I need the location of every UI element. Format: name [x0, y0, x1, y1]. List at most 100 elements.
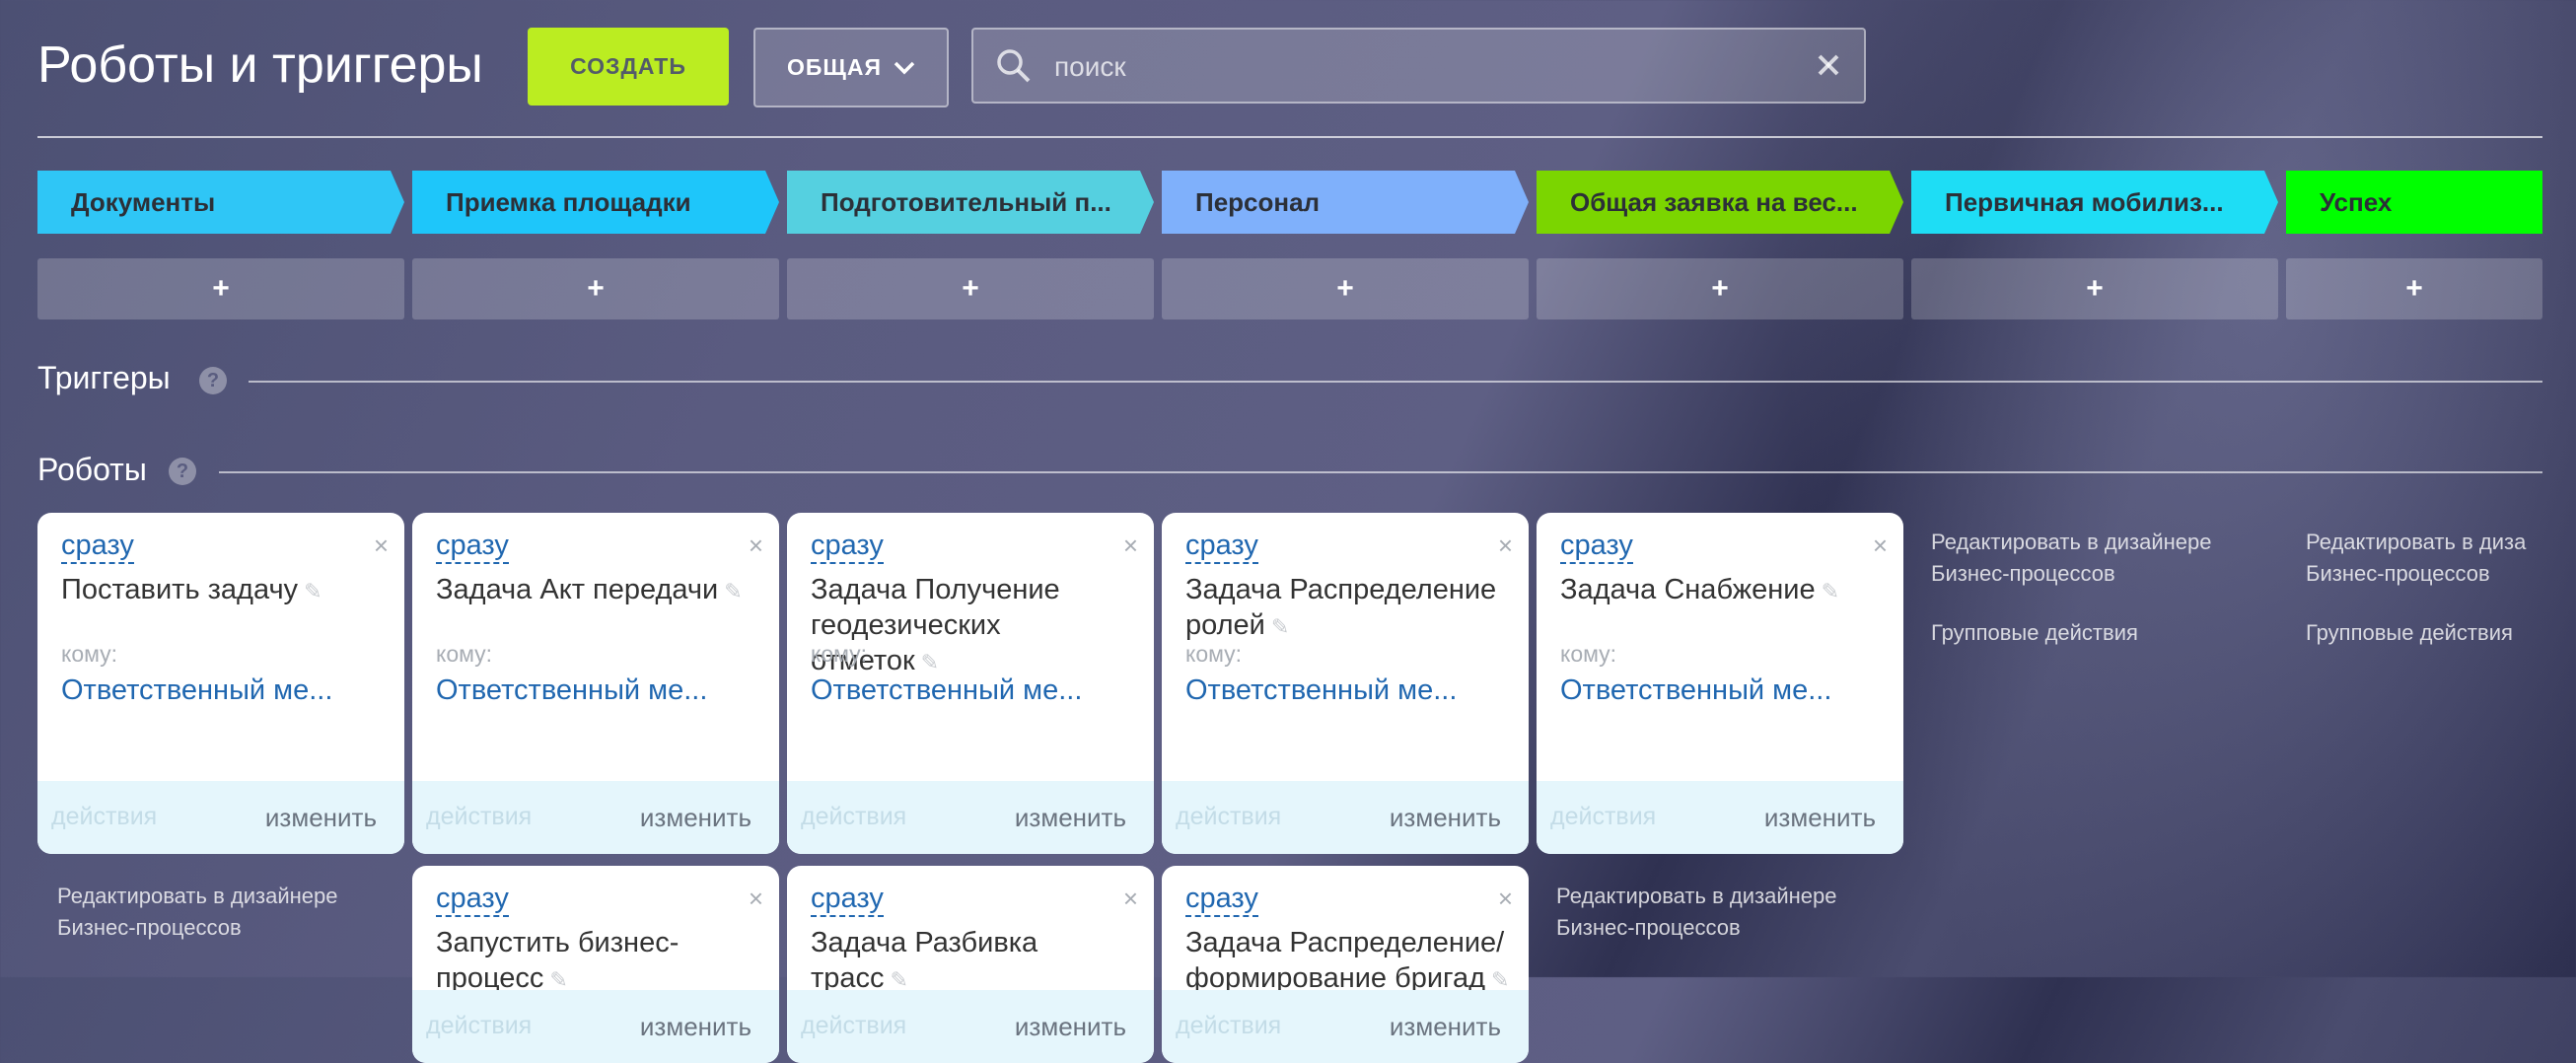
- close-icon[interactable]: ×: [749, 884, 763, 914]
- robot-name: Поставить задачу ✎: [61, 572, 387, 609]
- edit-designer-line2-2: Бизнес-процессов: [2306, 561, 2490, 586]
- pencil-icon[interactable]: ✎: [891, 967, 908, 992]
- stage-3[interactable]: Персонал: [1162, 171, 1529, 234]
- robot-card[interactable]: сразу × Задача Распределение/формирование …: [1162, 866, 1529, 1063]
- robot-edit-button[interactable]: изменить: [265, 803, 377, 833]
- robot-edit-button[interactable]: изменить: [1015, 1012, 1126, 1042]
- robot-edit-button[interactable]: изменить: [1015, 803, 1126, 833]
- robot-when-link[interactable]: сразу: [1185, 529, 1258, 564]
- pencil-icon[interactable]: ✎: [724, 579, 742, 603]
- robot-responsible[interactable]: Ответственный ме...: [1560, 674, 1831, 707]
- stage-6[interactable]: Успех: [2286, 171, 2542, 234]
- robot-responsible[interactable]: Ответственный ме...: [811, 674, 1082, 707]
- triggers-help-icon[interactable]: ?: [199, 367, 227, 394]
- close-icon[interactable]: ×: [1873, 531, 1888, 561]
- general-dropdown[interactable]: ОБЩАЯ: [753, 28, 949, 107]
- robot-card[interactable]: сразу×Запустить бизнес-процесс✎кому:Отве…: [412, 866, 779, 1063]
- robot-edit-button[interactable]: изменить: [1764, 803, 1876, 833]
- robot-when-link[interactable]: сразу: [61, 529, 134, 564]
- edit-designer-link[interactable]: Редактировать в дизайнере Бизнес-процесс…: [1931, 527, 2211, 590]
- add-robot-button[interactable]: +: [1911, 258, 2278, 319]
- add-robot-button[interactable]: +: [1537, 258, 1903, 319]
- stage-1[interactable]: Приемка площадки: [412, 171, 779, 234]
- pencil-icon[interactable]: ✎: [921, 650, 939, 674]
- robot-card[interactable]: сразу × Задача Снабжение ✎ кому: Ответственны…: [1537, 513, 1903, 854]
- robot-card[interactable]: сразу × Задача Акт передачи ✎ кому: Ответстве…: [412, 513, 779, 854]
- add-robot-button[interactable]: +: [37, 258, 404, 319]
- robot-responsible[interactable]: Ответственный ме...: [61, 674, 332, 707]
- pencil-icon[interactable]: ✎: [1491, 967, 1509, 992]
- robot-edit-button[interactable]: изменить: [640, 803, 751, 833]
- stage-2[interactable]: Подготовительный п...: [787, 171, 1154, 234]
- edit-designer-link-2[interactable]: Редактировать в диза Бизнес-процессов: [2306, 527, 2542, 590]
- robot-name: Задача Акт передачи ✎: [436, 572, 761, 609]
- robot-card-footer: действия изменить: [412, 781, 779, 854]
- robot-when-link[interactable]: сразу: [1185, 882, 1258, 917]
- pencil-icon[interactable]: ✎: [549, 967, 567, 992]
- add-robot-button[interactable]: +: [412, 258, 779, 319]
- robot-edit-button[interactable]: изменить: [1390, 1012, 1501, 1042]
- stage-4[interactable]: Общая заявка на вес...: [1537, 171, 1903, 234]
- close-icon[interactable]: ×: [1498, 531, 1513, 561]
- robot-to-label: кому:: [811, 641, 868, 667]
- stage-5[interactable]: Первичная мобилиз...: [1911, 171, 2278, 234]
- group-actions-link[interactable]: Групповые действия: [1931, 617, 2138, 649]
- clear-search-icon[interactable]: [1815, 51, 1842, 79]
- pencil-icon[interactable]: ✎: [1822, 579, 1839, 603]
- close-icon[interactable]: ×: [1123, 884, 1138, 914]
- close-icon[interactable]: ×: [1123, 531, 1138, 561]
- page-title: Роботы и триггеры: [37, 36, 483, 94]
- robot-to-label: кому:: [1185, 641, 1243, 667]
- robot-actions-link: действия: [1550, 803, 1657, 830]
- robot-when-link[interactable]: сразу: [811, 529, 884, 564]
- robot-name-text: Задача Распределение ролей: [1185, 574, 1497, 641]
- robot-actions-link: действия: [1176, 1012, 1282, 1039]
- robot-responsible[interactable]: Ответственный ме...: [436, 674, 707, 707]
- robot-to-label: кому:: [61, 641, 118, 667]
- robot-when-link[interactable]: сразу: [811, 882, 884, 917]
- edit-designer-link-3[interactable]: Редактировать в дизайнере Бизнес-процесс…: [57, 881, 337, 944]
- add-robot-button[interactable]: +: [787, 258, 1154, 319]
- robot-card[interactable]: сразу × Поставить задачу ✎ кому: Ответственны…: [37, 513, 404, 854]
- close-icon[interactable]: ×: [1498, 884, 1513, 914]
- robot-actions-link: действия: [1176, 803, 1282, 830]
- robot-when-link[interactable]: сразу: [1560, 529, 1633, 564]
- robot-card-footer: действия изменить: [1162, 990, 1529, 1063]
- stage-label: Персонал: [1195, 186, 1321, 217]
- stage-0[interactable]: Документы: [37, 171, 404, 234]
- group-actions-link-2[interactable]: Групповые действия: [2306, 617, 2513, 649]
- robot-card[interactable]: сразу×Задача Разбивка трасс✎кому:Ответст…: [787, 866, 1154, 1063]
- search-input[interactable]: [1052, 43, 1786, 91]
- robot-card[interactable]: сразу × Задача Получение геодезических отм…: [787, 513, 1154, 854]
- add-robot-button[interactable]: +: [1162, 258, 1529, 319]
- search-icon: [997, 49, 1031, 83]
- robot-card-footer: действия изменить: [787, 781, 1154, 854]
- robot-when-link[interactable]: сразу: [436, 529, 509, 564]
- robot-card-footer: действия изменить: [787, 990, 1154, 1063]
- pencil-icon[interactable]: ✎: [1271, 614, 1289, 639]
- edit-designer-line2: Бизнес-процессов: [1931, 561, 2115, 586]
- robot-actions-link: действия: [801, 1012, 907, 1039]
- robot-card[interactable]: сразу × Задача Распределение ролей ✎ кому: От…: [1162, 513, 1529, 854]
- add-robot-button[interactable]: +: [2286, 258, 2542, 319]
- edit-designer-link-4[interactable]: Редактировать в дизайнере Бизнес-процесс…: [1556, 881, 1836, 944]
- robot-edit-button[interactable]: изменить: [640, 1012, 751, 1042]
- close-icon[interactable]: ×: [749, 531, 763, 561]
- stage-label: Приемка площадки: [446, 186, 691, 217]
- robot-name-text: Задача Акт передачи: [436, 574, 719, 605]
- robot-responsible[interactable]: Ответственный ме...: [1185, 674, 1457, 707]
- robot-when-link[interactable]: сразу: [436, 882, 509, 917]
- edit-designer-line1-4: Редактировать в дизайнере: [1556, 884, 1837, 908]
- header-divider: [37, 136, 2542, 138]
- robots-help-icon[interactable]: ?: [169, 458, 196, 485]
- stage-label: Общая заявка на вес...: [1570, 186, 1858, 217]
- robot-card-footer: действия изменить: [412, 990, 779, 1063]
- robot-edit-button[interactable]: изменить: [1390, 803, 1501, 833]
- search-box: [971, 28, 1866, 104]
- create-button[interactable]: СОЗДАТЬ: [528, 28, 729, 106]
- pencil-icon[interactable]: ✎: [304, 579, 322, 603]
- robot-to-label: кому:: [1560, 641, 1617, 667]
- close-icon[interactable]: ×: [374, 531, 389, 561]
- robots-divider: [219, 471, 2542, 473]
- robot-name: Запустить бизнес-процесс ✎: [436, 925, 761, 998]
